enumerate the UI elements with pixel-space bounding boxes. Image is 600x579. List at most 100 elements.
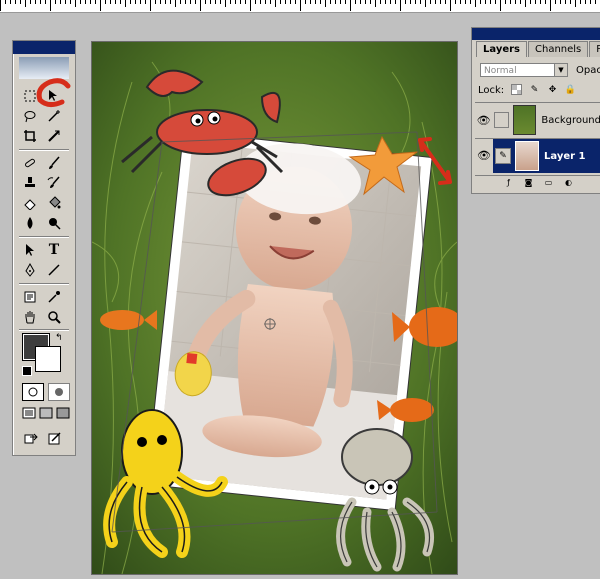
crop-tool-icon[interactable] <box>21 127 39 145</box>
ruler-tick <box>15 0 16 4</box>
adjustment-layer-icon[interactable]: ◐ <box>563 177 574 188</box>
ruler-tick <box>45 0 46 4</box>
lock-position-icon[interactable]: ✥ <box>546 83 559 96</box>
ruler-tick <box>420 0 421 4</box>
screen-mode-standard-icon[interactable] <box>22 406 36 420</box>
line-tool-icon[interactable] <box>45 261 63 279</box>
eye-icon[interactable]: 👁 <box>475 114 492 127</box>
ruler-tick <box>435 0 436 4</box>
lock-options: ✎ ✥ 🔒 <box>510 83 577 96</box>
imageready-edit-icon[interactable] <box>46 429 64 447</box>
path-selection-tool-icon[interactable] <box>21 241 39 259</box>
ruler-tick <box>525 0 526 7</box>
ruler-tick <box>30 0 31 4</box>
jump-to-imageready-icon[interactable] <box>22 429 40 447</box>
ruler-tick <box>540 0 541 4</box>
tools-separator <box>19 236 69 237</box>
pen-tool-icon[interactable] <box>21 261 39 279</box>
ruler-tick <box>465 0 466 4</box>
ruler-tick <box>230 0 231 4</box>
ruler-tick <box>390 0 391 4</box>
ruler-tick <box>320 0 321 4</box>
dodge-tool-icon[interactable] <box>45 214 63 232</box>
ruler-tick <box>595 0 596 4</box>
ruler-tick <box>50 0 51 11</box>
ruler-tick <box>510 0 511 4</box>
new-set-icon[interactable]: ▭ <box>543 177 554 188</box>
blend-mode-select[interactable]: Normal ▼ <box>480 63 568 77</box>
layers-palette: Layers Channels Pa Normal ▼ Opac Lock: ✎… <box>471 27 600 194</box>
ruler-tick <box>460 0 461 4</box>
quick-mask-mode-icon[interactable] <box>48 383 70 401</box>
layer-link-icon[interactable] <box>494 112 510 128</box>
paint-bucket-tool-icon[interactable] <box>45 194 63 212</box>
tools-separator <box>19 283 69 284</box>
layers-titlebar[interactable] <box>472 28 600 40</box>
ruler-tick <box>75 0 76 7</box>
zoom-tool-icon[interactable] <box>45 308 63 326</box>
brush-icon[interactable]: ✎ <box>495 148 511 164</box>
layer-row-background[interactable]: 👁 Background <box>475 102 600 137</box>
tools-separator <box>19 329 69 330</box>
hand-tool-icon[interactable] <box>21 308 39 326</box>
ruler-tick <box>570 0 571 4</box>
document-canvas[interactable] <box>92 42 457 574</box>
ruler-tick <box>535 0 536 4</box>
ruler-tick <box>365 0 366 4</box>
type-tool-icon[interactable]: T <box>45 241 63 259</box>
ruler-tick <box>290 0 291 4</box>
standard-mode-icon[interactable] <box>22 383 44 401</box>
ruler-tick <box>280 0 281 4</box>
ruler-tick <box>445 0 446 4</box>
eye-icon[interactable]: 👁 <box>475 139 493 173</box>
ruler-tick <box>590 0 591 4</box>
blur-tool-icon[interactable] <box>21 214 39 232</box>
tab-channels[interactable]: Channels <box>528 41 589 57</box>
lock-all-icon[interactable]: 🔒 <box>564 83 577 96</box>
ruler-tick <box>250 0 251 11</box>
ruler-tick <box>165 0 166 4</box>
lock-transparency-icon[interactable] <box>510 83 523 96</box>
ruler-tick <box>450 0 451 11</box>
layer-mask-icon[interactable]: ◙ <box>523 177 534 188</box>
ruler-tick <box>560 0 561 4</box>
screen-mode-full-menu-icon[interactable] <box>39 406 53 420</box>
tab-layers[interactable]: Layers <box>476 41 527 57</box>
notes-tool-icon[interactable] <box>21 288 39 306</box>
background-color-swatch[interactable] <box>35 346 61 372</box>
layer-style-icon[interactable]: ƒ <box>503 177 514 188</box>
swap-colors-icon[interactable]: ↰ <box>55 333 63 343</box>
type-tool-glyph: T <box>48 242 60 258</box>
layer-name-layer-1: Layer 1 <box>544 150 586 162</box>
clone-stamp-tool-icon[interactable] <box>21 174 39 192</box>
ruler-tick <box>145 0 146 4</box>
ruler-tick <box>260 0 261 4</box>
ruler-tick <box>475 0 476 7</box>
default-colors-icon[interactable] <box>22 366 32 376</box>
tools-titlebar[interactable] <box>13 41 75 54</box>
healing-brush-tool-icon[interactable] <box>21 154 39 172</box>
layer-row-layer-1[interactable]: 👁 ✎ Layer 1 <box>475 138 600 173</box>
brush-tool-icon[interactable] <box>45 154 63 172</box>
ruler-tick <box>265 0 266 4</box>
lock-label: Lock: <box>478 85 505 96</box>
lock-image-icon[interactable]: ✎ <box>528 83 541 96</box>
screen-mode-full-icon[interactable] <box>56 406 70 420</box>
slice-tool-icon[interactable] <box>45 127 63 145</box>
ruler-tick <box>325 0 326 7</box>
eyedropper-tool-icon[interactable] <box>45 288 63 306</box>
ruler-tick <box>85 0 86 4</box>
ruler-tick <box>170 0 171 4</box>
tab-paths[interactable]: Pa <box>589 41 600 57</box>
ruler-tick <box>520 0 521 4</box>
eraser-tool-icon[interactable] <box>21 194 39 212</box>
chevron-down-icon[interactable]: ▼ <box>554 64 567 76</box>
history-brush-tool-icon[interactable] <box>45 174 63 192</box>
composite-image <box>92 42 457 574</box>
ruler-tick <box>220 0 221 4</box>
ruler-tick <box>415 0 416 4</box>
layers-tabs: Layers Channels Pa <box>476 41 600 57</box>
ruler-tick <box>275 0 276 7</box>
ruler-tick <box>375 0 376 7</box>
ruler-tick <box>35 0 36 4</box>
